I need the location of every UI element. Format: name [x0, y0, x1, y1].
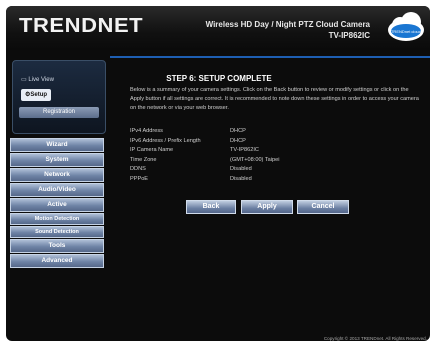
setting-value: DHCP — [230, 137, 246, 144]
mode-panel: ▭ Live View ⚙Setup Registration — [12, 60, 106, 134]
setting-value: Disabled — [230, 175, 252, 182]
cloud-badge-text: TRENDnet cloud — [391, 29, 421, 34]
wizard-buttons: Back Apply Cancel — [186, 200, 349, 214]
menu-item-sound-detection[interactable]: Sound Detection — [10, 226, 104, 238]
live-view-link[interactable]: ▭ Live View — [21, 75, 89, 85]
menu-item-tools[interactable]: Tools — [10, 239, 104, 253]
menu-item-wizard[interactable]: Wizard — [10, 138, 104, 152]
settings-row: IP Camera Name TV-IP862IC — [130, 147, 390, 157]
settings-summary: IPv4 Address DHCP IPv6 Address / Prefix L… — [130, 128, 390, 185]
setting-value: TV-IP862IC — [230, 147, 259, 153]
settings-row: DDNS Disabled — [130, 166, 390, 176]
product-title-line1: Wireless HD Day / Night PTZ Cloud Camera — [205, 20, 370, 29]
cloud-badge-icon: TRENDnet cloud — [388, 12, 424, 41]
header-bar: TRENDNET Wireless HD Day / Night PTZ Clo… — [6, 6, 430, 50]
product-model: TV-IP862IC — [328, 31, 370, 40]
trendnet-logo: TRENDNET — [19, 15, 144, 37]
menu-item-audio-video[interactable]: Audio/Video — [10, 183, 104, 197]
back-button[interactable]: Back — [186, 200, 236, 214]
settings-row: Time Zone (GMT+08:00) Taipei — [130, 157, 390, 167]
setting-label: PPPoE — [130, 175, 149, 182]
menu-item-advanced[interactable]: Advanced — [10, 254, 104, 268]
product-title: Wireless HD Day / Night PTZ Cloud Camera… — [206, 19, 370, 41]
setting-label: IP Camera Name — [130, 147, 174, 153]
setup-menu: Wizard System Network Audio/Video Active… — [10, 138, 104, 269]
menu-item-motion-detection[interactable]: Motion Detection — [10, 213, 104, 225]
cancel-button[interactable]: Cancel — [297, 200, 349, 214]
settings-row: IPv6 Address / Prefix Length DHCP — [130, 138, 390, 148]
menu-item-system[interactable]: System — [10, 153, 104, 167]
setting-value: Disabled — [230, 166, 252, 172]
setting-label: IPv4 Address — [130, 128, 163, 134]
header-divider — [110, 56, 430, 58]
setting-label: Time Zone — [130, 156, 157, 163]
apply-button[interactable]: Apply — [241, 200, 293, 214]
setting-value: (GMT+08:00) Taipei — [230, 156, 280, 163]
settings-row: PPPoE Disabled — [130, 176, 390, 186]
setup-button[interactable]: ⚙Setup — [21, 89, 51, 101]
page-title: STEP 6: SETUP COMPLETE — [166, 74, 272, 83]
setting-label: DDNS — [130, 166, 146, 172]
copyright-footer: Copyright © 2013 TRENDnet. All Rights Re… — [323, 336, 427, 341]
settings-row: IPv4 Address DHCP — [130, 128, 390, 138]
setting-value: DHCP — [230, 128, 246, 134]
registration-button[interactable]: Registration — [19, 107, 99, 118]
setting-label: IPv6 Address / Prefix Length — [130, 137, 201, 144]
setup-label: Setup — [30, 92, 48, 98]
menu-item-active[interactable]: Active — [10, 198, 104, 212]
summary-description: Below is a summary of your camera settin… — [130, 87, 419, 111]
menu-item-network[interactable]: Network — [10, 168, 104, 182]
live-view-label: Live View — [28, 77, 54, 83]
